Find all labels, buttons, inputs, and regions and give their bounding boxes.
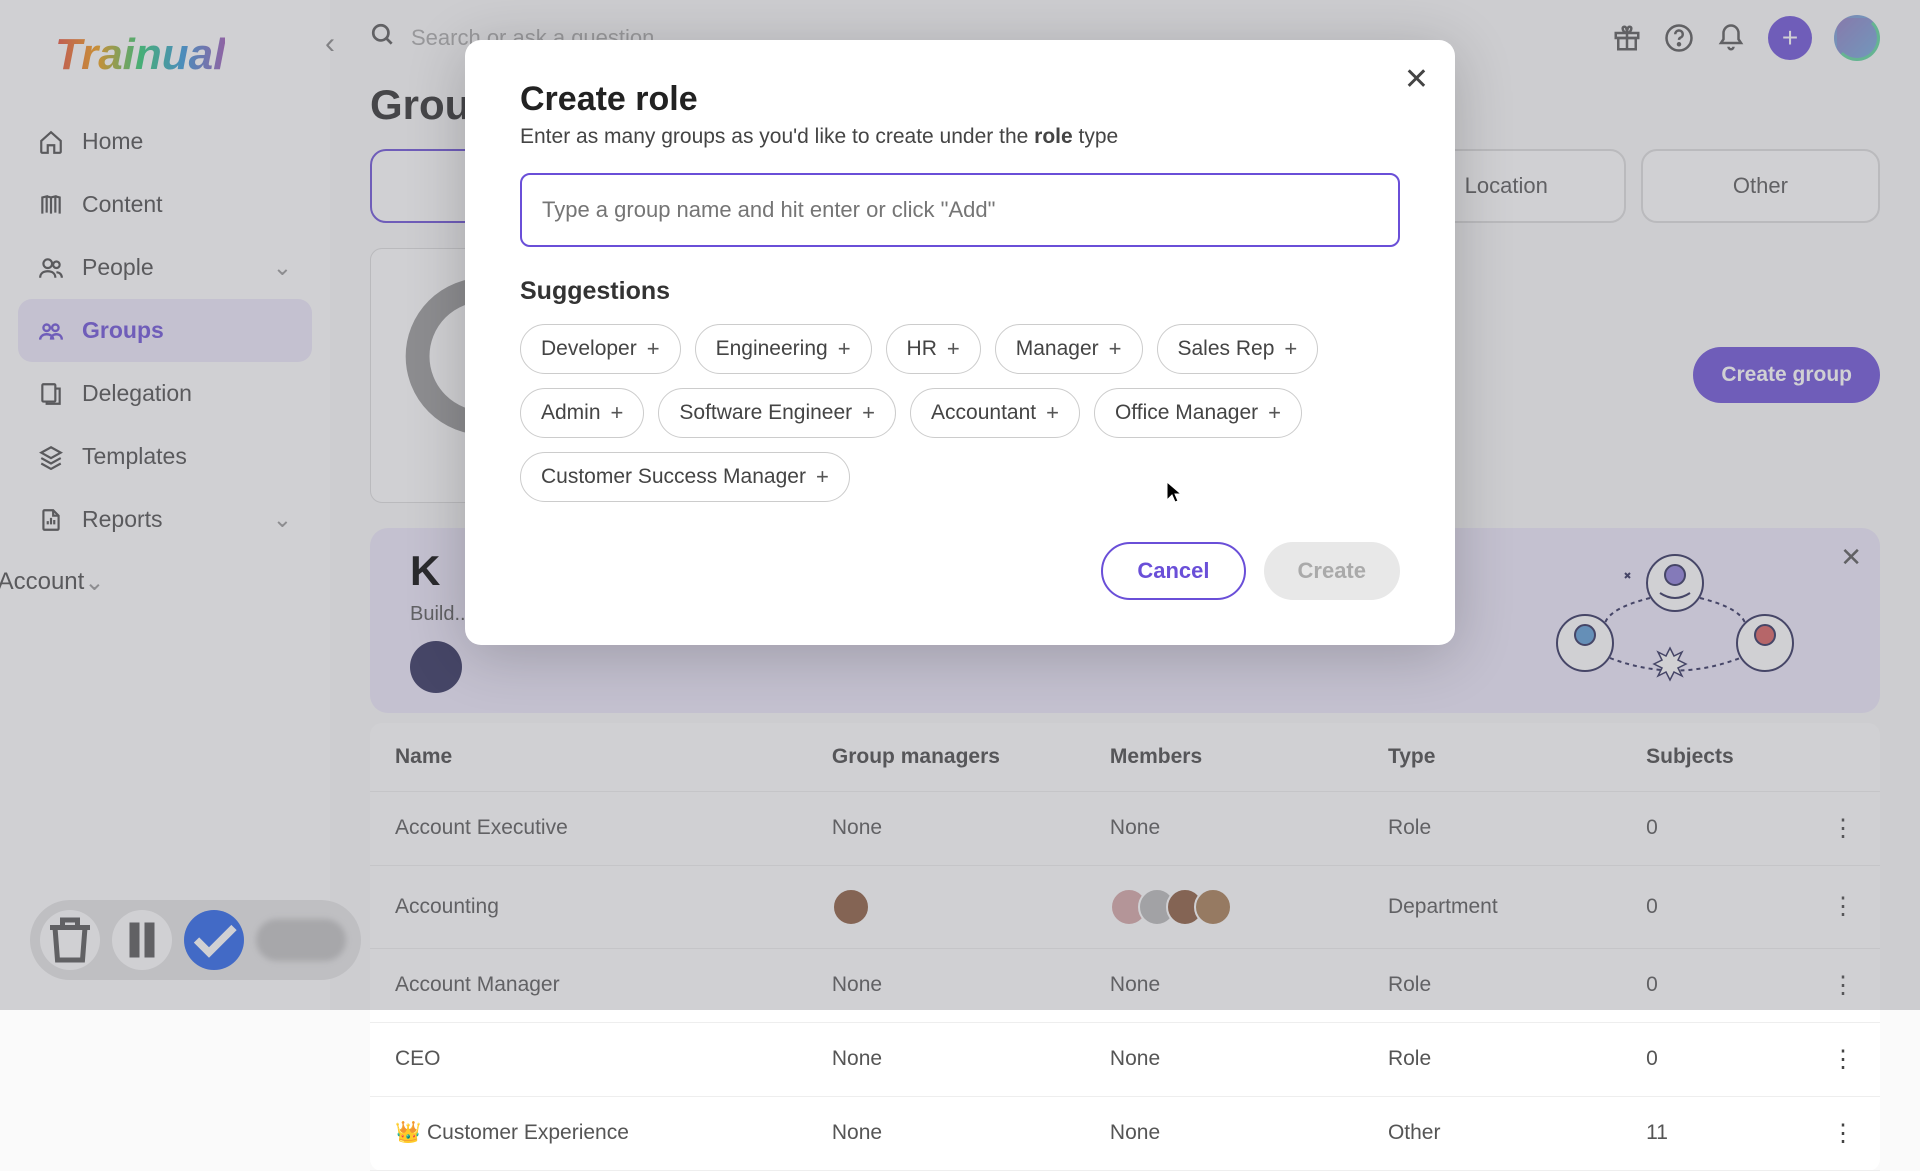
table-row[interactable]: CEONoneNoneRole0⋮	[370, 1023, 1880, 1097]
plus-icon: +	[816, 464, 829, 490]
chip-label: Sales Rep	[1178, 337, 1275, 361]
cell-managers: None	[832, 1121, 1110, 1145]
cell-subjects: 0	[1646, 1047, 1805, 1071]
chip-label: Admin	[541, 401, 601, 425]
plus-icon: +	[611, 400, 624, 426]
cell-name: 👑 Customer Experience	[395, 1121, 832, 1145]
chip-label: Customer Success Manager	[541, 465, 806, 489]
table-row[interactable]: 👑 Customer ExperienceNoneNoneOther11⋮	[370, 1097, 1880, 1171]
plus-icon: +	[947, 336, 960, 362]
suggestion-chip-developer[interactable]: Developer +	[520, 324, 681, 374]
cell-type: Role	[1388, 1047, 1646, 1071]
create-role-modal: ✕ Create role Enter as many groups as yo…	[465, 40, 1455, 645]
close-icon[interactable]: ✕	[1404, 62, 1429, 97]
row-menu-button[interactable]: ⋮	[1805, 1045, 1855, 1074]
plus-icon: +	[1268, 400, 1281, 426]
cell-managers: None	[832, 1047, 1110, 1071]
suggestion-chip-engineering[interactable]: Engineering +	[695, 324, 872, 374]
row-menu-button[interactable]: ⋮	[1805, 1119, 1855, 1148]
suggestion-chip-accountant[interactable]: Accountant +	[910, 388, 1080, 438]
plus-icon: +	[838, 336, 851, 362]
suggestion-chip-sales-rep[interactable]: Sales Rep +	[1157, 324, 1319, 374]
chip-label: Accountant	[931, 401, 1036, 425]
plus-icon: +	[1109, 336, 1122, 362]
suggestion-chip-admin[interactable]: Admin +	[520, 388, 644, 438]
chip-label: Developer	[541, 337, 637, 361]
modal-title: Create role	[520, 80, 1400, 119]
chip-label: Office Manager	[1115, 401, 1258, 425]
chip-label: HR	[907, 337, 937, 361]
cell-members: None	[1110, 1121, 1388, 1145]
cell-type: Other	[1388, 1121, 1646, 1145]
chip-label: Manager	[1016, 337, 1099, 361]
cell-name: CEO	[395, 1047, 832, 1071]
suggestion-chip-manager[interactable]: Manager +	[995, 324, 1143, 374]
suggestions-heading: Suggestions	[520, 277, 1400, 306]
group-name-input[interactable]	[520, 173, 1400, 247]
suggestion-chip-office-manager[interactable]: Office Manager +	[1094, 388, 1302, 438]
cell-subjects: 11	[1646, 1121, 1805, 1145]
create-button[interactable]: Create	[1264, 542, 1400, 600]
chip-label: Engineering	[716, 337, 828, 361]
suggestion-chip-customer-success-manager[interactable]: Customer Success Manager +	[520, 452, 850, 502]
plus-icon: +	[862, 400, 875, 426]
modal-overlay[interactable]: ✕ Create role Enter as many groups as yo…	[0, 0, 1920, 1010]
plus-icon: +	[647, 336, 660, 362]
modal-subtitle: Enter as many groups as you'd like to cr…	[520, 125, 1400, 149]
cell-members: None	[1110, 1047, 1388, 1071]
plus-icon: +	[1284, 336, 1297, 362]
suggestion-chip-hr[interactable]: HR +	[886, 324, 981, 374]
plus-icon: +	[1046, 400, 1059, 426]
chip-label: Software Engineer	[679, 401, 852, 425]
cancel-button[interactable]: Cancel	[1101, 542, 1245, 600]
suggestion-chip-software-engineer[interactable]: Software Engineer +	[658, 388, 896, 438]
